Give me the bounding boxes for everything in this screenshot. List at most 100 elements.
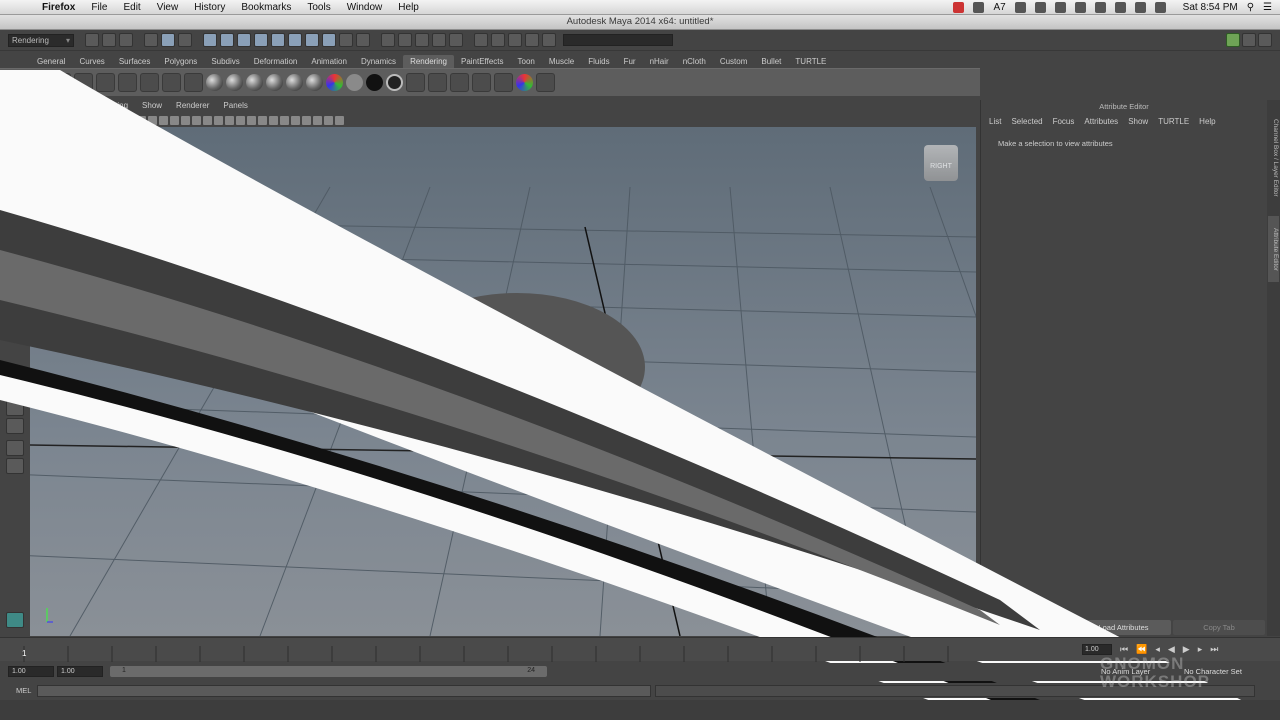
resolution-gate-icon[interactable] bbox=[137, 115, 146, 125]
go-to-end-icon[interactable]: ⏭ bbox=[1210, 644, 1218, 655]
lock-selection-icon[interactable] bbox=[339, 33, 353, 47]
snap-plane-icon[interactable] bbox=[432, 33, 446, 47]
snap-point-icon[interactable] bbox=[415, 33, 429, 47]
area-light-icon[interactable] bbox=[118, 73, 137, 92]
shelf-tab-nhair[interactable]: nHair bbox=[643, 55, 676, 68]
playback-start-field[interactable]: 1.00 bbox=[57, 666, 103, 677]
shelf-tab-dynamics[interactable]: Dynamics bbox=[354, 55, 403, 68]
shelf-tab-rendering[interactable]: Rendering bbox=[403, 55, 454, 68]
xray-joints-icon[interactable] bbox=[291, 115, 300, 125]
ae-menu-selected[interactable]: Selected bbox=[1011, 117, 1042, 126]
bluetooth-icon[interactable] bbox=[1074, 1, 1086, 13]
surface-shader-icon[interactable] bbox=[346, 74, 363, 91]
volume-light-icon[interactable] bbox=[162, 73, 181, 92]
render-icon[interactable] bbox=[406, 73, 425, 92]
select-component-icon[interactable] bbox=[178, 33, 192, 47]
spot-light-icon[interactable] bbox=[74, 73, 93, 92]
shelf-tab-polygons[interactable]: Polygons bbox=[157, 55, 204, 68]
mental-ray-icon[interactable] bbox=[516, 74, 533, 91]
shelf-tab-curves[interactable]: Curves bbox=[72, 55, 111, 68]
point-light-icon[interactable] bbox=[52, 73, 71, 92]
multisample-icon[interactable] bbox=[324, 115, 333, 125]
time-machine-icon[interactable] bbox=[1054, 1, 1066, 13]
ambient-light-icon[interactable] bbox=[140, 73, 159, 92]
animation-start-field[interactable]: 1.00 bbox=[8, 666, 54, 677]
ae-menu-turtle[interactable]: TURTLE bbox=[1158, 117, 1189, 126]
menu-set-select[interactable]: Rendering bbox=[8, 33, 74, 47]
render-settings-icon[interactable] bbox=[542, 33, 556, 47]
copy-tab-button[interactable]: Copy Tab bbox=[1173, 620, 1265, 635]
smooth-shade-icon[interactable] bbox=[203, 115, 212, 125]
notification-icon[interactable]: ☰ bbox=[1263, 2, 1272, 13]
ae-menu-help[interactable]: Help bbox=[1199, 117, 1215, 126]
shelf-tab-general[interactable]: General bbox=[30, 55, 72, 68]
anisotropic-sphere-icon[interactable] bbox=[306, 74, 323, 91]
select-deformations-icon[interactable] bbox=[271, 33, 285, 47]
display-icon[interactable] bbox=[1134, 1, 1146, 13]
safe-title-icon[interactable] bbox=[181, 115, 190, 125]
lambert-sphere-icon[interactable] bbox=[226, 74, 243, 91]
layered-shader-icon[interactable] bbox=[386, 74, 403, 91]
four-view-layout-icon[interactable] bbox=[6, 400, 24, 416]
texture-icon[interactable] bbox=[236, 115, 245, 125]
select-rendering-icon[interactable] bbox=[305, 33, 319, 47]
graph-editor-layout-icon[interactable] bbox=[6, 458, 24, 474]
menu-view[interactable]: View bbox=[149, 2, 187, 13]
spotlight-icon[interactable]: ⚲ bbox=[1247, 2, 1254, 13]
show-channel-box-icon[interactable] bbox=[1258, 33, 1272, 47]
select-dynamics-icon[interactable] bbox=[288, 33, 302, 47]
camera-attributes-icon[interactable] bbox=[104, 115, 113, 125]
range-slider-bar[interactable]: 1 24 bbox=[110, 666, 547, 677]
grid-icon[interactable] bbox=[115, 115, 124, 125]
safe-action-icon[interactable] bbox=[170, 115, 179, 125]
perspective-viewport[interactable]: RIGHT bbox=[30, 127, 976, 636]
volume-icon[interactable] bbox=[1114, 1, 1126, 13]
shelf-tab-fluids[interactable]: Fluids bbox=[581, 55, 616, 68]
utility-icon[interactable] bbox=[1014, 1, 1026, 13]
panel-menu-panels[interactable]: Panels bbox=[223, 101, 247, 113]
render-view-icon[interactable] bbox=[491, 33, 505, 47]
select-misc-icon[interactable] bbox=[322, 33, 336, 47]
menu-history[interactable]: History bbox=[186, 2, 233, 13]
panel-menu-show[interactable]: Show bbox=[142, 101, 162, 113]
sync-icon[interactable] bbox=[973, 1, 985, 13]
menu-file[interactable]: File bbox=[83, 2, 115, 13]
select-curves-icon[interactable] bbox=[237, 33, 251, 47]
ipr-icon[interactable] bbox=[428, 73, 447, 92]
open-scene-icon[interactable] bbox=[102, 33, 116, 47]
flag-icon[interactable] bbox=[1154, 1, 1166, 13]
snap-grid-icon[interactable] bbox=[381, 33, 395, 47]
select-handles-icon[interactable] bbox=[203, 33, 217, 47]
snap-curve-icon[interactable] bbox=[398, 33, 412, 47]
ambient-occlusion-icon[interactable] bbox=[302, 115, 311, 125]
motion-blur-icon[interactable] bbox=[313, 115, 322, 125]
shelf-tab-ncloth[interactable]: nCloth bbox=[676, 55, 713, 68]
blinn-sphere-icon[interactable] bbox=[246, 74, 263, 91]
snap-surface-icon[interactable] bbox=[449, 33, 463, 47]
directional-light-icon[interactable] bbox=[96, 73, 115, 92]
two-view-layout-icon[interactable] bbox=[6, 440, 24, 456]
clock[interactable]: Sat 8:54 PM bbox=[1183, 2, 1238, 13]
ipr-render-icon[interactable] bbox=[525, 33, 539, 47]
menu-help[interactable]: Help bbox=[390, 2, 427, 13]
record-icon[interactable] bbox=[953, 1, 965, 13]
shader-sphere-icon[interactable] bbox=[206, 74, 223, 91]
ae-menu-attributes[interactable]: Attributes bbox=[1084, 117, 1118, 126]
shelf-tab-muscle[interactable]: Muscle bbox=[542, 55, 581, 68]
view-cube[interactable]: RIGHT bbox=[924, 145, 958, 181]
layout-icon[interactable] bbox=[6, 612, 24, 628]
adobe-icon[interactable]: A7 bbox=[993, 2, 1005, 13]
hypershade-icon[interactable] bbox=[184, 73, 203, 92]
bounding-box-icon[interactable] bbox=[225, 115, 234, 125]
attribute-editor-tab[interactable]: Attribute Editor bbox=[1268, 216, 1279, 282]
show-tool-settings-icon[interactable] bbox=[1242, 33, 1256, 47]
gate-mask-icon[interactable] bbox=[148, 115, 157, 125]
shelf-tab-custom[interactable]: Custom bbox=[713, 55, 755, 68]
wifi-icon[interactable] bbox=[1094, 1, 1106, 13]
render-layer-icon[interactable] bbox=[494, 73, 513, 92]
quick-select-field[interactable] bbox=[563, 34, 673, 46]
channel-box-tab[interactable]: Channel Box / Layer Editor bbox=[1268, 108, 1279, 208]
show-attribute-editor-icon[interactable] bbox=[1226, 33, 1240, 47]
lights-icon[interactable] bbox=[247, 115, 256, 125]
camera-icon[interactable] bbox=[30, 73, 49, 92]
